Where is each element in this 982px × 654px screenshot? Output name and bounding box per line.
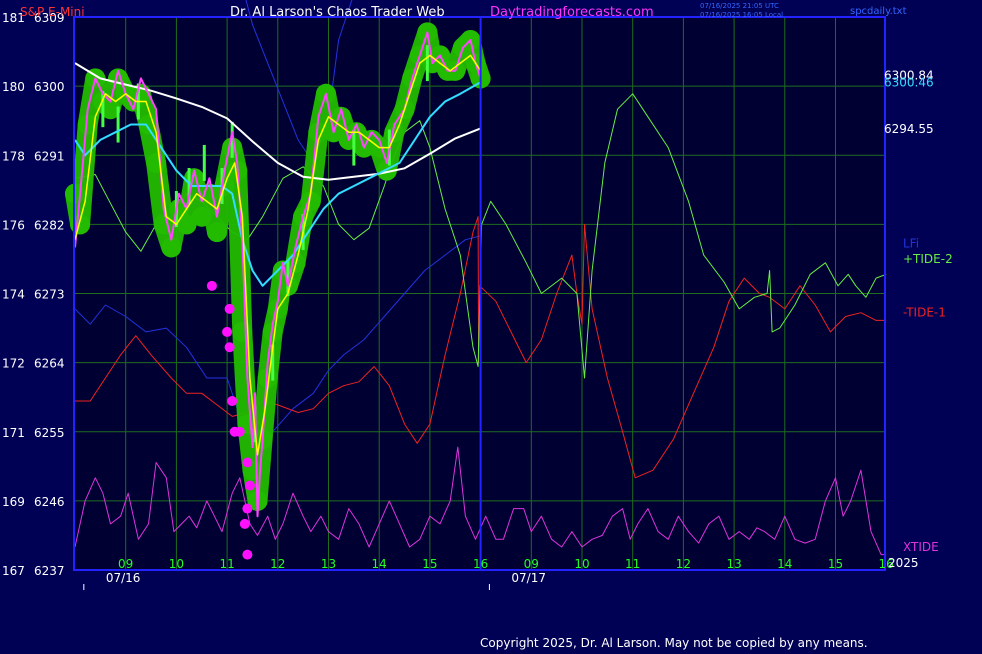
axis-tick-b: 6255 xyxy=(34,426,65,440)
axis-tick-a: 172 xyxy=(2,357,25,371)
time-tick: 15 xyxy=(422,557,437,571)
price-chart: 181 6309180 6300178 6291176 6282174 6273172 62… xyxy=(0,0,982,650)
halo-dot xyxy=(153,214,174,235)
value-label: 6294.55 xyxy=(884,122,934,136)
axis-tick-a: 171 xyxy=(2,426,25,440)
axis-tick-b: 6237 xyxy=(34,564,65,578)
axis-tick-a: 169 xyxy=(2,495,25,509)
time-tick: 09 xyxy=(118,557,133,571)
axis-tick-b: 6300 xyxy=(34,80,65,94)
date-label: 07/17 xyxy=(511,571,546,585)
axis-tick-b: 6264 xyxy=(34,357,65,371)
axis-tick-b: 6246 xyxy=(34,495,65,509)
signal-dot xyxy=(242,549,253,560)
halo-dot xyxy=(232,321,253,342)
data-file-name: spcdaily.txt xyxy=(850,6,907,17)
series-label: LFi xyxy=(903,237,919,251)
signal-dot xyxy=(242,503,253,514)
value-label: 6300.46 xyxy=(884,76,934,90)
series-label: +TIDE-2 xyxy=(903,252,953,266)
copyright: Copyright 2025, Dr. Al Larson. May not b… xyxy=(480,636,868,650)
utc-time: 07/16/2025 21:05 UTC xyxy=(700,2,779,10)
series-label: XTIDE xyxy=(903,540,939,554)
chart-stage: 181 6309 180 6300 178 6291 176 6282 174 6273 172 62… xyxy=(0,0,982,650)
halo-dot xyxy=(206,222,227,243)
axis-tick-a: 176 xyxy=(2,218,25,232)
instrument-title: S&P E-Mini xyxy=(20,5,85,19)
axis-tick-a: 174 xyxy=(2,288,25,302)
signal-dot xyxy=(239,518,250,529)
axis-tick-b: 6273 xyxy=(34,288,65,302)
time-tick: 12 xyxy=(270,557,285,571)
signal-dot xyxy=(222,326,233,337)
date-label: 07/16 xyxy=(106,571,141,585)
axis-tick-b: 6291 xyxy=(34,149,65,163)
signal-dot xyxy=(224,342,235,353)
axis-tick-b: 6282 xyxy=(34,218,65,232)
signal-dot xyxy=(242,457,253,468)
time-tick: 13 xyxy=(321,557,336,571)
site-name: Daytradingforecasts.com xyxy=(490,5,654,20)
time-tick: 14 xyxy=(777,557,792,571)
time-tick: 10 xyxy=(169,557,184,571)
time-tick: 15 xyxy=(828,557,843,571)
halo-dot xyxy=(146,152,167,173)
axis-tick-a: 178 xyxy=(2,149,25,163)
time-tick: 11 xyxy=(219,557,234,571)
signal-dot xyxy=(224,303,235,314)
axis-tick-a: 167 xyxy=(2,564,25,578)
signal-dot xyxy=(244,480,255,491)
chart-title: Dr. Al Larson's Chaos Trader Web xyxy=(230,5,445,20)
local-time: 07/16/2025 16:05 Local xyxy=(700,11,783,19)
halo-dot xyxy=(191,206,212,227)
time-tick: 11 xyxy=(625,557,640,571)
year-label: 2025 xyxy=(888,556,919,570)
time-tick: 10 xyxy=(574,557,589,571)
axis-tick-a: 180 xyxy=(2,80,25,94)
signal-dot xyxy=(206,280,217,291)
time-tick: 14 xyxy=(372,557,387,571)
time-tick: 09 xyxy=(524,557,539,571)
series-label: -TIDE-1 xyxy=(903,306,946,320)
time-tick: 16 xyxy=(473,557,488,571)
time-tick: 13 xyxy=(726,557,741,571)
time-tick: 12 xyxy=(676,557,691,571)
signal-dot xyxy=(234,426,245,437)
signal-dot xyxy=(227,396,238,407)
